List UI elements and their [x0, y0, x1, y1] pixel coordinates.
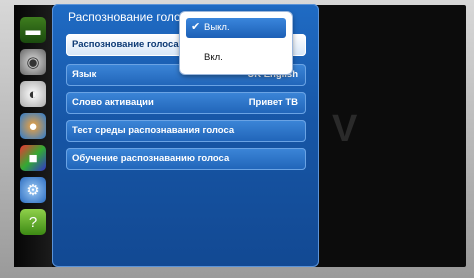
menu-item-voice-training[interactable]: Обучение распознаванию голоса	[66, 148, 306, 170]
option-label: Выкл.	[204, 22, 230, 33]
menu-item-label: Распознование голоса	[72, 39, 179, 50]
menu-item-wake-word[interactable]: Слово активации Привет ТВ	[66, 92, 306, 114]
option-label: Вкл.	[204, 52, 223, 63]
network-icon[interactable]: ●	[20, 113, 46, 139]
system-gear-icon[interactable]: ⚙	[20, 177, 46, 203]
sidebar-menu: ▬ ◉ ◐ ● ■ ⚙ ?	[14, 5, 52, 267]
smart-features-icon[interactable]: ■	[20, 145, 46, 171]
option-off[interactable]: ✔ Выкл.	[186, 18, 286, 38]
support-icon[interactable]: ?	[20, 209, 46, 235]
menu-item-label: Тест среды распознавания голоса	[72, 125, 235, 136]
menu-item-label: Язык	[72, 69, 97, 80]
voice-recognition-dropdown: ✔ Выкл. Вкл.	[180, 12, 292, 74]
menu-item-value: Привет ТВ	[248, 97, 298, 108]
menu-item-label: Обучение распознаванию голоса	[72, 153, 230, 164]
menu-item-label: Слово активации	[72, 97, 154, 108]
picture-icon[interactable]: ▬	[20, 17, 46, 43]
option-on[interactable]: Вкл.	[186, 48, 286, 68]
broadcast-icon[interactable]: ◐	[20, 81, 46, 107]
menu-item-environment-test[interactable]: Тест среды распознавания голоса	[66, 120, 306, 142]
checkmark-icon: ✔	[191, 21, 201, 33]
sound-icon[interactable]: ◉	[20, 49, 46, 75]
background-logo-fragment: V	[332, 108, 358, 150]
panel-title: Распознование голоса	[68, 10, 194, 24]
